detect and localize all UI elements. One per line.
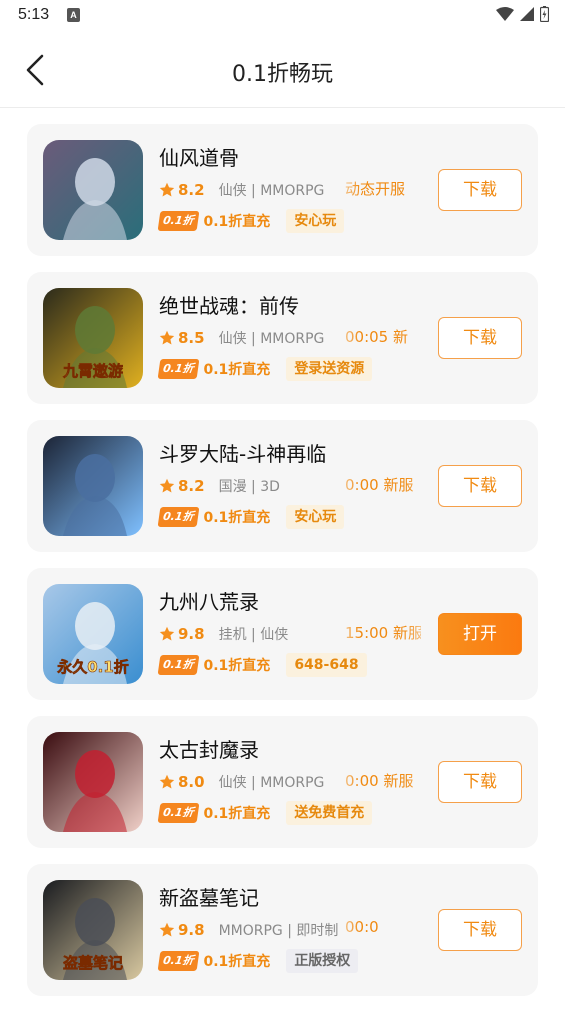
app-header: 0.1折畅玩 bbox=[0, 34, 565, 108]
game-tags: 仙侠 | MMORPG bbox=[218, 183, 325, 199]
game-icon[interactable] bbox=[43, 140, 143, 240]
discount-text: 0.1折直充 bbox=[203, 362, 271, 378]
discount-badge: 0.1折 bbox=[157, 951, 199, 971]
discount-row: 0.1折 0.1折直充 安心玩 bbox=[157, 209, 345, 233]
game-score: 8.0 bbox=[178, 773, 205, 791]
svg-text:九霄遨游: 九霄遨游 bbox=[62, 362, 123, 380]
discount-text: 0.1折直充 bbox=[203, 806, 271, 822]
discount-badge: 0.1折 bbox=[157, 655, 199, 675]
game-meta: 8.2 仙侠 | MMORPG bbox=[159, 180, 324, 200]
game-artwork bbox=[43, 140, 143, 240]
game-meta: 9.8 MMORPG | 即时制 bbox=[159, 920, 338, 940]
game-meta: 8.2 国漫 | 3D bbox=[159, 476, 280, 496]
discount-row: 0.1折 0.1折直充 安心玩 bbox=[157, 505, 345, 529]
svg-text:盗墓笔记: 盗墓笔记 bbox=[63, 954, 123, 972]
game-icon[interactable] bbox=[43, 732, 143, 832]
svg-text:永久0.1折: 永久0.1折 bbox=[56, 658, 129, 676]
discount-badge: 0.1折 bbox=[157, 359, 199, 379]
discount-row: 0.1折 0.1折直充 送免费首充 bbox=[157, 801, 373, 825]
download-button[interactable]: 下载 bbox=[438, 761, 522, 803]
game-meta: 8.0 仙侠 | MMORPG bbox=[159, 772, 324, 792]
download-button[interactable]: 下载 bbox=[438, 909, 522, 951]
signal-icon bbox=[520, 7, 534, 21]
star-icon bbox=[159, 774, 175, 789]
status-icons bbox=[496, 6, 549, 22]
discount-badge: 0.1折 bbox=[157, 507, 199, 527]
game-icon[interactable]: 盗墓笔记 bbox=[43, 880, 143, 980]
game-card[interactable]: 九霄遨游 绝世战魂：前传 8.5 仙侠 | MMORPG 00:05 新 0.1折 0.1折… bbox=[27, 272, 538, 404]
feature-badge: 648-648 bbox=[286, 653, 367, 677]
game-card[interactable]: 仙风道骨 8.2 仙侠 | MMORPG 动态开服 0.1折 0.1折直充 安心玩 下载 bbox=[27, 124, 538, 256]
discount-text: 0.1折直充 bbox=[203, 214, 271, 230]
game-card[interactable]: 盗墓笔记 新盗墓笔记 9.8 MMORPG | 即时制 00:0 0.1折 0.1折直充 正版… bbox=[27, 864, 538, 996]
download-button[interactable]: 下载 bbox=[438, 317, 522, 359]
page-title: 0.1折畅玩 bbox=[232, 62, 333, 87]
server-info: 00:05 新 bbox=[345, 328, 408, 346]
game-card[interactable]: 永久0.1折 九州八荒录 9.8 挂机 | 仙侠 15:00 新服 0.1折 0.1折直充 6… bbox=[27, 568, 538, 700]
download-button[interactable]: 下载 bbox=[438, 465, 522, 507]
game-name: 斗罗大陆-斗神再临 bbox=[159, 442, 327, 466]
game-name: 太古封魔录 bbox=[159, 738, 259, 762]
status-time: 5:13 bbox=[18, 6, 50, 23]
notification-icon: A bbox=[67, 8, 80, 22]
game-list: 仙风道骨 8.2 仙侠 | MMORPG 动态开服 0.1折 0.1折直充 安心玩 下载 九霄遨… bbox=[27, 124, 538, 1012]
discount-row: 0.1折 0.1折直充 648-648 bbox=[157, 653, 367, 677]
game-tags: 挂机 | 仙侠 bbox=[218, 627, 289, 643]
server-info: 15:00 新服 bbox=[345, 624, 421, 642]
game-name: 九州八荒录 bbox=[159, 590, 259, 614]
download-button[interactable]: 下载 bbox=[438, 169, 522, 211]
star-icon bbox=[159, 626, 175, 641]
discount-text: 0.1折直充 bbox=[203, 510, 271, 526]
star-icon bbox=[159, 182, 175, 197]
discount-badge: 0.1折 bbox=[157, 803, 199, 823]
star-icon bbox=[159, 922, 175, 937]
discount-text: 0.1折直充 bbox=[203, 954, 271, 970]
game-score: 8.2 bbox=[178, 477, 205, 495]
game-name: 绝世战魂：前传 bbox=[159, 294, 299, 318]
feature-badge: 送免费首充 bbox=[286, 801, 373, 825]
game-artwork: 永久0.1折 bbox=[43, 584, 143, 684]
game-icon[interactable]: 永久0.1折 bbox=[43, 584, 143, 684]
game-card[interactable]: 太古封魔录 8.0 仙侠 | MMORPG 0:00 新服 0.1折 0.1折直充 送免费首… bbox=[27, 716, 538, 848]
server-info: 00:0 bbox=[345, 918, 379, 936]
server-info: 0:00 新服 1 bbox=[345, 476, 414, 494]
game-icon[interactable]: 九霄遨游 bbox=[43, 288, 143, 388]
discount-row: 0.1折 0.1折直充 登录送资源 bbox=[157, 357, 373, 381]
feature-badge: 安心玩 bbox=[286, 505, 345, 529]
game-name: 新盗墓笔记 bbox=[159, 886, 259, 910]
game-score: 8.5 bbox=[178, 329, 205, 347]
game-score: 8.2 bbox=[178, 181, 205, 199]
feature-badge: 安心玩 bbox=[286, 209, 345, 233]
game-name: 仙风道骨 bbox=[159, 146, 239, 170]
open-button[interactable]: 打开 bbox=[438, 613, 522, 655]
star-icon bbox=[159, 330, 175, 345]
game-score: 9.8 bbox=[178, 625, 205, 643]
discount-badge: 0.1折 bbox=[157, 211, 199, 231]
wifi-icon bbox=[496, 7, 514, 21]
feature-badge: 登录送资源 bbox=[286, 357, 373, 381]
game-tags: 仙侠 | MMORPG bbox=[218, 775, 325, 791]
discount-text: 0.1折直充 bbox=[203, 658, 271, 674]
game-tags: MMORPG | 即时制 bbox=[218, 923, 339, 939]
game-meta: 8.5 仙侠 | MMORPG bbox=[159, 328, 324, 348]
game-artwork bbox=[43, 732, 143, 832]
game-tags: 仙侠 | MMORPG bbox=[218, 331, 325, 347]
battery-icon bbox=[540, 6, 549, 22]
server-info: 0:00 新服 bbox=[345, 772, 414, 790]
server-info: 动态开服 bbox=[345, 180, 406, 198]
game-artwork: 九霄遨游 bbox=[43, 288, 143, 388]
status-bar: 5:13 A bbox=[0, 0, 565, 34]
feature-badge: 正版授权 bbox=[286, 949, 359, 973]
game-artwork: 盗墓笔记 bbox=[43, 880, 143, 980]
game-tags: 国漫 | 3D bbox=[218, 479, 280, 495]
discount-row: 0.1折 0.1折直充 正版授权 bbox=[157, 949, 359, 973]
game-card[interactable]: 斗罗大陆-斗神再临8.2国漫 | 3D0:00 新服 10.1折0.1折直充安心… bbox=[27, 420, 538, 552]
game-score: 9.8 bbox=[178, 921, 205, 939]
game-artwork bbox=[43, 436, 143, 536]
game-meta: 9.8 挂机 | 仙侠 bbox=[159, 624, 288, 644]
star-icon bbox=[159, 478, 175, 493]
game-icon[interactable] bbox=[43, 436, 143, 536]
